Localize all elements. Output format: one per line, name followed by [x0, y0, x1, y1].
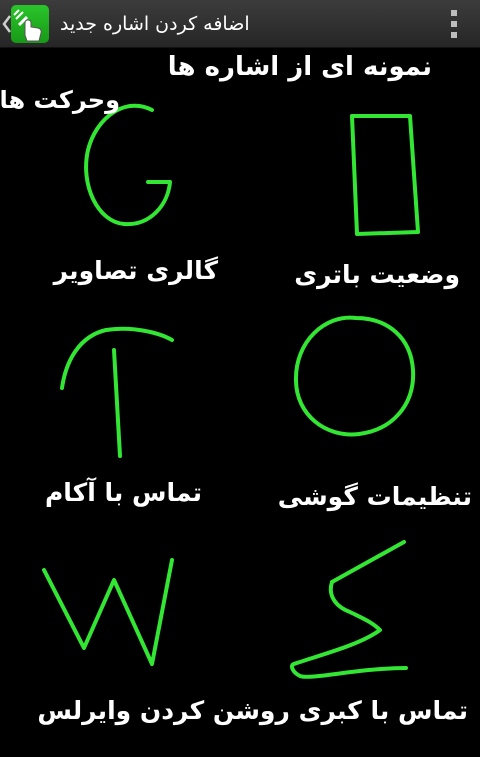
label-battery: وضعیت باتری [294, 260, 460, 289]
label-gallery: گالری تصاویر [53, 256, 218, 285]
gesture-o-stroke [293, 315, 416, 437]
gesture-rectangle-stroke [350, 114, 420, 236]
gesture-g-stroke [84, 103, 172, 227]
heading-line-2: وحرکت ها [0, 86, 120, 114]
gesture-examples-area: نمونه ای از اشاره ها وحرکت ها گالری تصاو… [0, 48, 480, 757]
label-call-akam: تماس با آکام [44, 478, 202, 507]
gesture-t-stem [112, 348, 122, 458]
heading-line-1: نمونه ای از اشاره ها [167, 52, 432, 82]
label-call-wifi: تماس با کبری روشن کردن وایرلس [37, 696, 468, 725]
gesture-z-stroke [290, 580, 408, 679]
gesture-w-stroke [42, 558, 174, 666]
gesture-z-tail [330, 540, 406, 584]
label-settings: تنظیمات گوشی [277, 482, 472, 511]
